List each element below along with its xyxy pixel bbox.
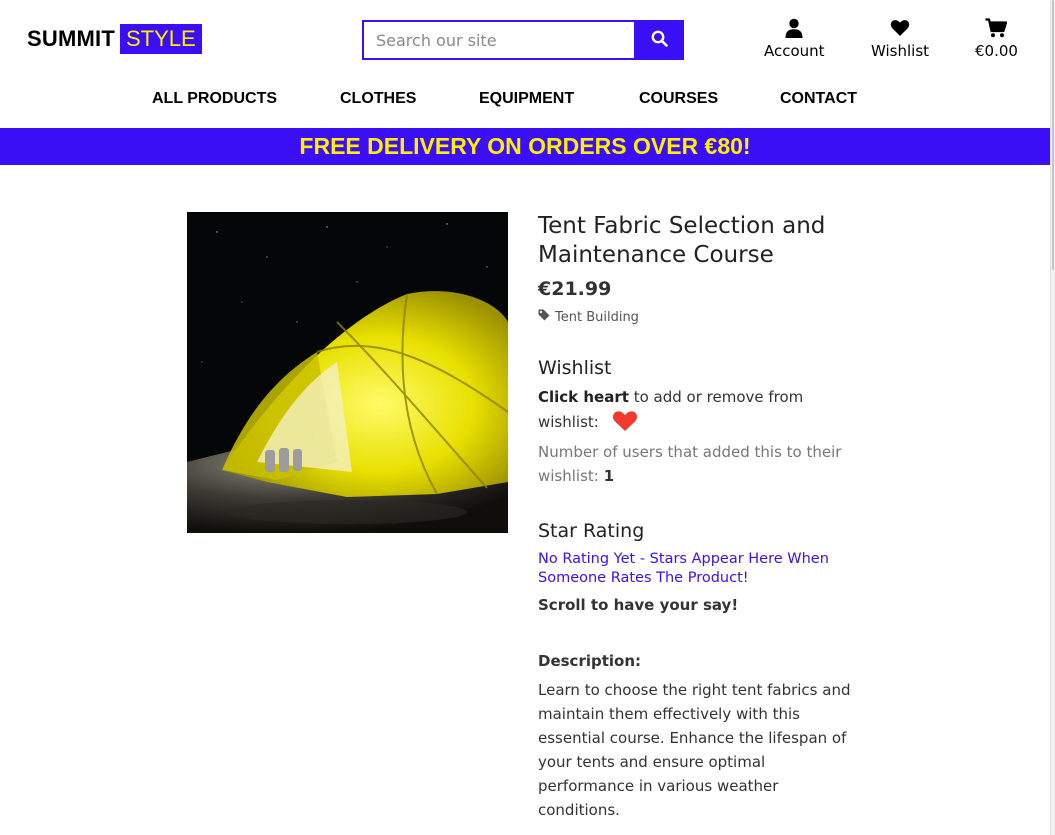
nav-all-products[interactable]: ALL PRODUCTS — [152, 90, 277, 108]
scrollbar-thumb[interactable] — [1052, 0, 1054, 270]
product-price: €21.99 — [538, 278, 612, 300]
search-icon — [651, 30, 668, 50]
wishlist-count: Number of users that added this to their… — [538, 440, 858, 488]
product-title: Tent Fabric Selection and Maintenance Co… — [538, 213, 826, 268]
description-label: Description: — [538, 652, 642, 670]
shopping-cart-icon — [985, 18, 1008, 42]
wishlist-heading: Wishlist — [538, 357, 612, 379]
nav-courses[interactable]: COURSES — [639, 90, 718, 108]
nav-clothes[interactable]: CLOTHES — [340, 90, 416, 108]
wishlist-label: Wishlist — [871, 42, 930, 60]
star-rating-heading: Star Rating — [538, 520, 645, 542]
wishlist-count-text: Number of users that added this to their… — [538, 443, 842, 485]
tag-icon — [538, 309, 555, 325]
no-rating-message: No Rating Yet - Stars Appear Here When S… — [538, 551, 829, 586]
product-image — [187, 212, 508, 533]
product-description: Learn to choose the right tent fabrics a… — [538, 681, 851, 819]
main-nav: ALL PRODUCTS CLOTHES EQUIPMENT COURSES C… — [0, 90, 1050, 112]
wishlist-instruction-bold: Click heart — [538, 388, 629, 406]
site-logo[interactable]: SUMMIT STYLE — [27, 24, 202, 54]
wishlist-heart-button[interactable] — [612, 410, 638, 440]
user-icon — [784, 18, 804, 42]
scroll-to-review-prompt: Scroll to have your say! — [538, 596, 739, 614]
account-link[interactable]: Account — [764, 18, 825, 60]
wishlist-link[interactable]: Wishlist — [871, 18, 929, 60]
heart-icon — [890, 18, 910, 42]
nav-equipment[interactable]: EQUIPMENT — [479, 90, 574, 108]
search-input[interactable] — [362, 20, 634, 60]
tag-label: Tent Building — [555, 309, 639, 325]
cart-link[interactable]: €0.00 — [975, 18, 1018, 60]
account-label: Account — [764, 42, 825, 60]
nav-contact[interactable]: CONTACT — [780, 90, 857, 108]
wishlist-count-value: 1 — [603, 467, 615, 485]
product-category-tag[interactable]: Tent Building — [538, 309, 858, 325]
search-button[interactable] — [634, 20, 684, 60]
product-details: Tent Fabric Selection and Maintenance Co… — [538, 212, 858, 822]
cart-total: €0.00 — [975, 42, 1018, 60]
logo-text-style: STYLE — [119, 24, 202, 54]
search-form — [362, 20, 684, 60]
free-delivery-banner: FREE DELIVERY ON ORDERS OVER €80! — [0, 128, 1050, 165]
wishlist-instructions: Click heart to add or remove from wishli… — [538, 385, 858, 440]
logo-text-summit: SUMMIT — [27, 26, 115, 51]
